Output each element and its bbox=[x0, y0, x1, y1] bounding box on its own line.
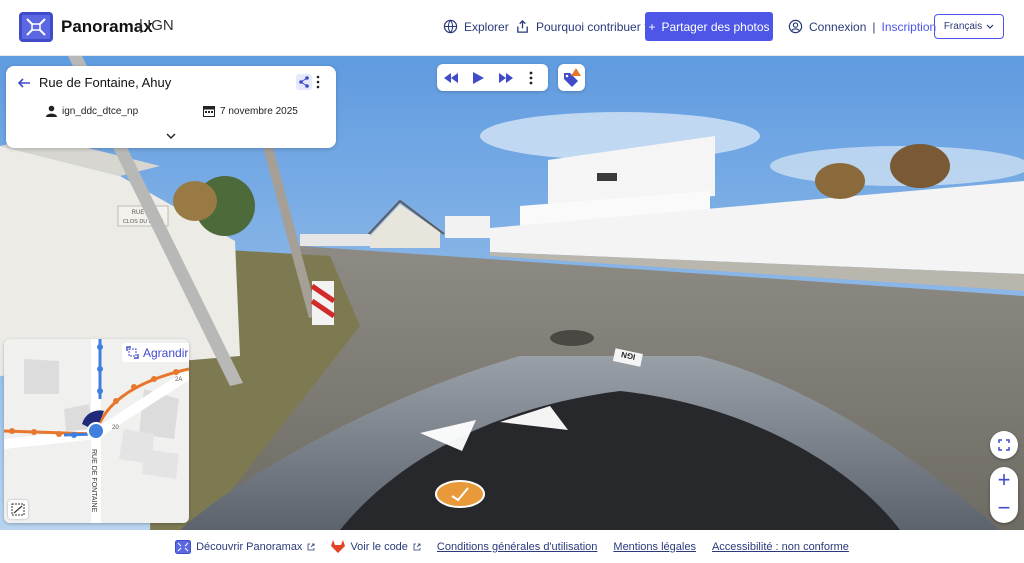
location-marker[interactable] bbox=[435, 480, 485, 508]
share-photos-label: Partager des photos bbox=[661, 19, 770, 34]
app-header: Panoramax | IGN Explorer Pourquoi contri… bbox=[0, 0, 1024, 56]
zoom-controls: + − bbox=[990, 467, 1018, 523]
map-toggle-button[interactable] bbox=[8, 500, 28, 519]
account-links: Connexion | Inscription bbox=[788, 19, 936, 34]
map-street-label: RUE DE FONTAINE bbox=[90, 449, 97, 513]
zoom-out-button[interactable]: − bbox=[990, 495, 1018, 523]
date-value: 7 novembre 2025 bbox=[220, 105, 298, 117]
nav-explorer-label: Explorer bbox=[464, 19, 509, 34]
fullscreen-button[interactable] bbox=[990, 431, 1018, 459]
view-code-label: Voir le code bbox=[350, 540, 408, 553]
map-house-number: 2A bbox=[175, 377, 182, 383]
share-upload-icon bbox=[517, 19, 528, 33]
nav-why-contribute[interactable]: Pourquoi contribuer ? bbox=[515, 19, 651, 34]
view-code-link[interactable]: Voir le code bbox=[331, 540, 421, 553]
external-link-icon bbox=[413, 543, 421, 550]
picture-title: Rue de Fontaine, Ahuy bbox=[39, 75, 172, 90]
current-position-marker bbox=[87, 422, 105, 440]
swap-map-icon bbox=[11, 503, 25, 516]
calendar-icon bbox=[203, 106, 215, 117]
share-icon[interactable] bbox=[296, 74, 312, 90]
zoom-in-button[interactable]: + bbox=[990, 467, 1018, 495]
account-separator: | bbox=[872, 19, 876, 34]
fast-forward-icon[interactable] bbox=[498, 70, 514, 86]
picture-date: 7 novembre 2025 bbox=[203, 105, 298, 117]
map-canvas: RUE DE FONTAINE 2A 20 bbox=[4, 339, 189, 523]
language-select[interactable]: Français bbox=[934, 14, 1004, 39]
chevron-down-icon[interactable] bbox=[165, 131, 177, 141]
language-value: Français bbox=[943, 21, 983, 32]
globe-icon bbox=[443, 19, 458, 34]
terms-link[interactable]: Conditions générales d'utilisation bbox=[437, 541, 597, 553]
back-arrow-icon[interactable] bbox=[16, 75, 32, 91]
picture-info-panel: Rue de Fontaine, Ahuy ign_ddc_dtce_np 7 … bbox=[6, 66, 336, 148]
nav-why-contribute-label: Pourquoi contribuer ? bbox=[536, 19, 651, 34]
more-vertical-icon[interactable] bbox=[315, 75, 321, 89]
gitlab-icon bbox=[331, 540, 346, 553]
tag-warning-icon bbox=[564, 68, 581, 87]
chevron-down-icon bbox=[986, 24, 994, 29]
tag-button[interactable] bbox=[558, 64, 585, 91]
legal-link[interactable]: Mentions légales bbox=[613, 541, 696, 553]
plus-icon: + bbox=[648, 19, 656, 34]
app-footer: Découvrir Panoramax Voir le code Conditi… bbox=[0, 530, 1024, 563]
more-vertical-icon[interactable] bbox=[527, 70, 535, 86]
user-icon bbox=[46, 105, 57, 117]
expand-map-button[interactable]: Agrandir bbox=[122, 343, 189, 362]
expand-icon bbox=[126, 346, 139, 359]
login-link[interactable]: Connexion bbox=[809, 20, 866, 34]
picture-author[interactable]: ign_ddc_dtce_np bbox=[46, 105, 138, 117]
nav-explorer[interactable]: Explorer bbox=[443, 19, 509, 34]
external-link-icon bbox=[308, 543, 315, 550]
play-icon[interactable] bbox=[470, 70, 486, 86]
sequence-controls bbox=[437, 64, 548, 91]
rewind-icon[interactable] bbox=[443, 70, 459, 86]
panoramax-logo[interactable] bbox=[19, 12, 53, 42]
author-name: ign_ddc_dtce_np bbox=[62, 105, 139, 117]
expand-map-label: Agrandir bbox=[143, 345, 189, 360]
panoramax-logo-icon bbox=[175, 539, 192, 554]
user-circle-icon bbox=[788, 19, 803, 34]
map-house-number-2: 20 bbox=[112, 425, 119, 431]
discover-panoramax-link[interactable]: Découvrir Panoramax bbox=[175, 539, 315, 554]
accessibility-link[interactable]: Accessibilité : non conforme bbox=[712, 541, 849, 553]
share-photos-button[interactable]: + Partager des photos bbox=[645, 12, 773, 41]
signup-link[interactable]: Inscription bbox=[882, 20, 937, 34]
fullscreen-icon bbox=[998, 439, 1010, 451]
discover-label: Découvrir Panoramax bbox=[196, 540, 303, 553]
mini-map[interactable]: RUE DE FONTAINE 2A 20 Agrandir bbox=[4, 339, 189, 523]
brand-suffix: | IGN bbox=[139, 17, 174, 34]
